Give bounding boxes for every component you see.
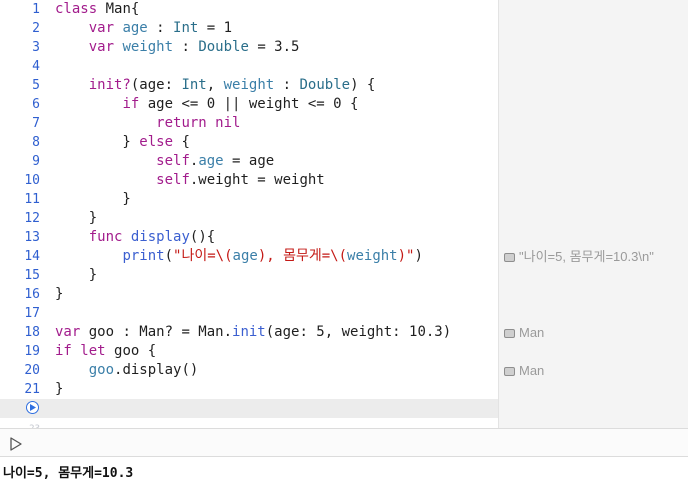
line-number: 17 bbox=[24, 306, 40, 321]
line-number: 1 bbox=[32, 2, 40, 17]
code-line: if let goo { bbox=[55, 343, 157, 359]
code-line: func display(){ bbox=[88, 229, 216, 245]
line-number: 11 bbox=[24, 192, 40, 207]
code-line: } bbox=[55, 210, 98, 226]
quick-look-icon[interactable] bbox=[504, 367, 515, 376]
line-number: 14 bbox=[24, 249, 40, 264]
code-line: } bbox=[55, 381, 64, 397]
code-line: goo.display() bbox=[88, 362, 199, 378]
playground-editor: 1 2 3 4 5 6 7 8 9 10 11 12 13 14 15 16 1… bbox=[0, 0, 688, 428]
play-circle-icon[interactable] bbox=[26, 401, 39, 414]
quick-look-icon[interactable] bbox=[504, 253, 515, 262]
code-line: class Man{ bbox=[55, 1, 140, 17]
line-number: 3 bbox=[32, 40, 40, 55]
code-line: return nil bbox=[156, 115, 241, 131]
code-line: self.weight = weight bbox=[156, 172, 325, 188]
result-item[interactable]: Man bbox=[504, 323, 544, 342]
result-item[interactable]: "나이=5, 몸무게=10.3\n" bbox=[504, 247, 654, 266]
code-line: var weight : Double = 3.5 bbox=[88, 39, 300, 55]
code-line: } else { bbox=[55, 134, 190, 150]
debug-toolbar bbox=[0, 428, 688, 457]
line-number: 4 bbox=[32, 59, 40, 74]
result-item[interactable]: Man bbox=[504, 361, 544, 380]
line-number: 23 bbox=[0, 420, 40, 428]
line-number: 8 bbox=[32, 135, 40, 150]
line-number: 9 bbox=[32, 154, 40, 169]
code-line: if age <= 0 || weight <= 0 { bbox=[122, 96, 359, 112]
code-line: var goo : Man? = Man.init(age: 5, weight… bbox=[55, 324, 452, 340]
line-number: 20 bbox=[24, 363, 40, 378]
results-sidebar: "나이=5, 몸무게=10.3\n" Man Man bbox=[498, 0, 688, 428]
code-line: self.age = age bbox=[156, 153, 275, 169]
code-line: } bbox=[55, 267, 98, 283]
line-number: 15 bbox=[24, 268, 40, 283]
play-outline-icon[interactable] bbox=[9, 436, 23, 451]
quick-look-icon[interactable] bbox=[504, 329, 515, 338]
console-output: 나이=5, 몸무게=10.3 bbox=[3, 466, 134, 481]
code-line: init?(age: Int, weight : Double) { bbox=[88, 77, 376, 93]
code-line: } bbox=[55, 286, 64, 302]
code-line: var age : Int = 1 bbox=[88, 20, 233, 36]
line-number: 2 bbox=[32, 21, 40, 36]
code-line: print("나이=\(age), 몸무게=\(weight)") bbox=[122, 248, 423, 264]
console-area: 나이=5, 몸무게=10.3 bbox=[0, 457, 688, 485]
line-number: 18 bbox=[24, 325, 40, 340]
line-number-gutter: 1 2 3 4 5 6 7 8 9 10 11 12 13 14 15 16 1… bbox=[0, 0, 46, 428]
line-number: 6 bbox=[32, 97, 40, 112]
code-line: } bbox=[55, 191, 131, 207]
code-area[interactable]: class Man{ var age : Int = 1 var weight … bbox=[46, 0, 498, 428]
line-number: 16 bbox=[24, 287, 40, 302]
line-number: 19 bbox=[24, 344, 40, 359]
line-number: 10 bbox=[24, 173, 40, 188]
line-number: 13 bbox=[24, 230, 40, 245]
line-number: 21 bbox=[24, 382, 40, 397]
line-number: 12 bbox=[24, 211, 40, 226]
line-number: 5 bbox=[32, 78, 40, 93]
line-number: 7 bbox=[32, 116, 40, 131]
